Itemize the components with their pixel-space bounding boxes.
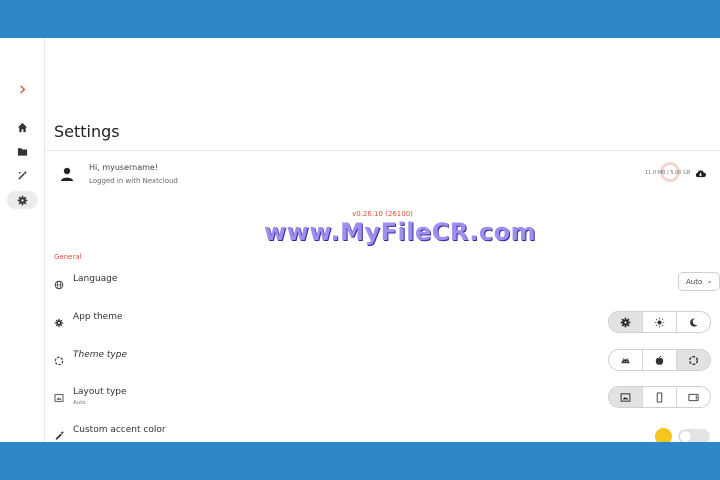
theme-type-option-cupertino[interactable] xyxy=(643,350,677,370)
storage-usage-text: 11.0 MB / 5.00 GB xyxy=(645,170,691,176)
cloud-download-icon[interactable] xyxy=(695,169,706,178)
light-sun-icon xyxy=(654,317,665,327)
setting-label: Layout type xyxy=(73,387,127,397)
dark-moon-icon xyxy=(690,317,698,327)
setting-label: Theme type xyxy=(73,350,128,360)
watermark-text: www.MyFileCR.com xyxy=(264,218,537,246)
custom-circle-icon xyxy=(689,355,698,365)
top-banner xyxy=(0,0,720,38)
setting-label: Language xyxy=(73,274,118,284)
setting-theme-type: Theme type xyxy=(54,349,714,384)
nav-home[interactable] xyxy=(7,118,38,136)
nav-tools[interactable] xyxy=(7,166,38,184)
setting-layout-type: Layout type Auto xyxy=(54,386,714,421)
tablet-icon xyxy=(688,393,699,401)
nav-settings[interactable] xyxy=(7,191,38,209)
theme-type-option-custom[interactable] xyxy=(677,350,710,370)
navigation-rail xyxy=(0,38,45,442)
account-subtitle: Logged in with Nextcloud xyxy=(89,177,178,185)
phone-icon xyxy=(656,391,663,403)
gear-icon xyxy=(17,195,28,205)
theme-option-system[interactable] xyxy=(609,312,643,332)
account-icon xyxy=(61,167,73,181)
color-picker-icon xyxy=(55,431,64,440)
bottom-banner xyxy=(0,442,720,480)
setting-label: Custom accent color xyxy=(73,425,166,435)
setting-subtitle: Auto xyxy=(73,400,86,406)
magic-wand-icon xyxy=(18,170,28,180)
accent-color-swatch[interactable] xyxy=(655,428,672,442)
layout-option-auto[interactable] xyxy=(609,387,643,407)
account-greeting: Hi, myusername! xyxy=(89,163,159,172)
app-version: v0.26.10 (26100) xyxy=(352,210,413,218)
chevron-right-icon xyxy=(20,84,26,94)
setting-custom-accent-color: Custom accent color xyxy=(54,425,714,442)
theme-type-segmented-control xyxy=(608,349,711,371)
android-icon xyxy=(621,357,630,363)
chevron-down-icon: ⌄ xyxy=(706,276,713,285)
custom-accent-toggle[interactable] xyxy=(678,429,710,442)
title-divider xyxy=(45,150,720,151)
theme-option-dark[interactable] xyxy=(677,312,710,332)
folder-icon xyxy=(17,147,28,156)
setting-label: App theme xyxy=(73,312,123,322)
gear-icon xyxy=(54,318,64,328)
layout-icon xyxy=(54,394,64,402)
apple-icon xyxy=(655,355,664,365)
auto-layout-icon xyxy=(620,392,631,402)
language-select-value: Auto xyxy=(686,277,703,286)
theme-option-light[interactable] xyxy=(643,312,677,332)
setting-language: Language Auto ⌄ xyxy=(54,272,720,308)
globe-icon xyxy=(54,280,64,290)
app-theme-segmented-control xyxy=(608,311,711,333)
nav-files[interactable] xyxy=(7,142,38,160)
layout-option-tablet[interactable] xyxy=(677,387,710,407)
custom-theme-icon xyxy=(54,356,64,366)
expand-rail-button[interactable] xyxy=(7,80,38,98)
setting-app-theme: App theme xyxy=(54,311,714,346)
toggle-knob xyxy=(680,431,691,442)
system-theme-icon xyxy=(620,317,631,327)
layout-type-segmented-control xyxy=(608,386,711,408)
language-select[interactable]: Auto ⌄ xyxy=(678,272,720,291)
section-general-heading: General xyxy=(54,253,82,261)
layout-option-phone[interactable] xyxy=(643,387,677,407)
page-title: Settings xyxy=(54,122,120,141)
home-icon xyxy=(17,122,28,132)
theme-type-option-material[interactable] xyxy=(609,350,643,370)
